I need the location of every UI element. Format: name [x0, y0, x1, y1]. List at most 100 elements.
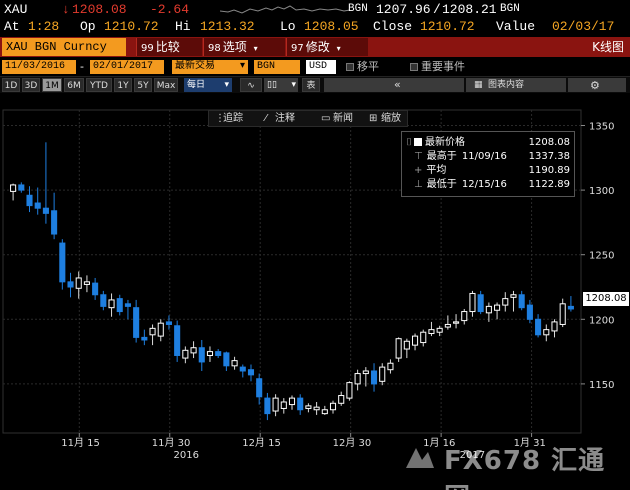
candle-body: [239, 366, 246, 372]
fx678-logo-icon: [406, 448, 434, 468]
period-3d[interactable]: 3D: [22, 78, 40, 92]
shift-checkbox[interactable]: 移平: [346, 59, 379, 75]
candle-body: [256, 378, 263, 398]
candle-body: [567, 305, 574, 310]
candle-body: [395, 338, 402, 359]
low-value: 1208.05: [304, 19, 359, 34]
chart-content-button[interactable]: ▦ 图表内容: [466, 78, 566, 92]
legend-average: + 平均 1190.89: [406, 164, 574, 177]
period-ytd[interactable]: YTD: [86, 78, 112, 92]
style-select[interactable]: ▯▯ ▾: [264, 78, 298, 92]
candle-body: [305, 405, 312, 409]
candle-body: [329, 402, 337, 411]
x-tick-label: 12月 30: [333, 437, 372, 449]
x-tick-label: 11月 30: [152, 437, 191, 449]
legend-date-low: 12/15/16: [461, 179, 507, 190]
candle-body: [370, 370, 378, 385]
candle-body: [485, 305, 492, 314]
source-field[interactable]: BGN: [254, 60, 300, 74]
period-1d[interactable]: 1D: [2, 78, 20, 92]
ticker-label: XAU: [4, 2, 28, 17]
modify-button-label: 修改: [305, 40, 330, 54]
y-tick-label: 1150: [589, 380, 614, 391]
period-max[interactable]: Max: [154, 78, 178, 92]
legend-high: ⊤ 最高于 11/09/16 1337.38: [406, 150, 574, 163]
candle-body: [453, 321, 460, 324]
trade-type-select[interactable]: 最新交易 ▾: [172, 60, 248, 74]
table-button[interactable]: 表: [302, 78, 320, 92]
candle-body: [494, 304, 501, 311]
shift-label: 移平: [357, 60, 379, 73]
candle-body: [428, 329, 435, 335]
chevron-down-icon: ▾: [253, 44, 258, 53]
period-row: 1D 3D 1M 6M YTD 1Y 5Y Max 每日 ▾ ∿ ▯▯ ▾ 表 …: [0, 76, 630, 93]
candle-body: [403, 340, 410, 350]
y-tick-label: 1300: [589, 186, 614, 197]
options-button[interactable]: 98 选项 ▾: [203, 38, 285, 56]
candle-body: [559, 303, 566, 325]
candle-body: [321, 409, 328, 415]
frequency-select[interactable]: 每日 ▾: [184, 78, 232, 92]
modify-button-number: 97: [291, 43, 304, 54]
y-tick-label: 1250: [589, 251, 614, 262]
start-date-field[interactable]: 11/03/2016: [2, 60, 76, 74]
events-checkbox[interactable]: 重要事件: [410, 59, 465, 75]
compare-button-label: 比较: [155, 40, 180, 54]
bid-ask-separator: /: [433, 2, 441, 17]
candle-body: [346, 382, 353, 399]
intraday-sparkline: [220, 5, 350, 14]
candle-body: [182, 349, 189, 359]
legend-label-low: 最低于: [426, 179, 457, 190]
track-button[interactable]: 追踪: [223, 111, 243, 126]
legend-value-high: 1337.38: [528, 151, 570, 162]
news-button[interactable]: 新闻: [333, 111, 353, 126]
period-1y[interactable]: 1Y: [114, 78, 132, 92]
candle-body: [59, 242, 66, 283]
legend-low: ⊥ 最低于 12/15/16 1122.89: [406, 178, 574, 191]
candle-body: [510, 294, 517, 298]
security-field[interactable]: XAU BGN Curncy: [2, 38, 126, 56]
candle-body: [379, 366, 386, 382]
watermark-text: FX678 汇通网: [444, 446, 606, 490]
candle-body: [264, 397, 271, 415]
candle-body: [362, 370, 369, 375]
modify-button[interactable]: 97 修改 ▾: [286, 38, 368, 56]
legend-value-average: 1190.89: [528, 165, 570, 176]
end-date-field[interactable]: 02/01/2017: [90, 60, 164, 74]
candle-body: [133, 307, 140, 338]
last-price: 1208.08: [72, 2, 127, 17]
currency-field[interactable]: USD ▾: [306, 60, 336, 85]
y-tick-label: 1350: [589, 122, 614, 133]
collapse-button[interactable]: «: [394, 77, 401, 92]
line-chart-button[interactable]: ∿: [240, 78, 262, 92]
candle-body: [543, 329, 550, 336]
note-button[interactable]: 注释: [275, 111, 295, 126]
candle-body: [141, 336, 148, 341]
close-value: 1210.72: [420, 19, 475, 34]
settings-button[interactable]: ⚙: [568, 78, 626, 92]
candle-body: [157, 322, 164, 337]
y-tick-label: 1200: [589, 315, 614, 326]
legend-swatch: [414, 138, 422, 146]
legend-avg-marker-icon: +: [414, 165, 423, 176]
legend-panel: ⌷ 最新价格 1208.08 ⊤ 最高于 11/09/16 1337.38 + 平均 …: [401, 131, 575, 197]
legend-label-high: 最高于: [426, 151, 457, 162]
options-button-number: 98: [208, 43, 221, 54]
period-1m[interactable]: 1M: [42, 78, 62, 92]
candle-body: [18, 184, 25, 191]
candle-body: [444, 323, 451, 328]
legend-line-icon: ⌷: [406, 137, 412, 148]
candle-body: [247, 369, 255, 376]
candle-body: [165, 321, 172, 325]
candle-body: [75, 277, 82, 289]
legend-high-marker-icon: ⊤: [414, 151, 423, 162]
legend-low-marker-icon: ⊥: [414, 179, 423, 190]
zoom-button[interactable]: 缩放: [381, 111, 401, 126]
period-6m[interactable]: 6M: [64, 78, 84, 92]
period-5y[interactable]: 5Y: [134, 78, 152, 92]
candle-body: [288, 397, 296, 406]
compare-button[interactable]: 99 比较: [136, 38, 202, 56]
compare-button-number: 99: [141, 43, 154, 54]
ask-price: 1208.21: [442, 2, 497, 17]
candle-body: [551, 321, 558, 332]
